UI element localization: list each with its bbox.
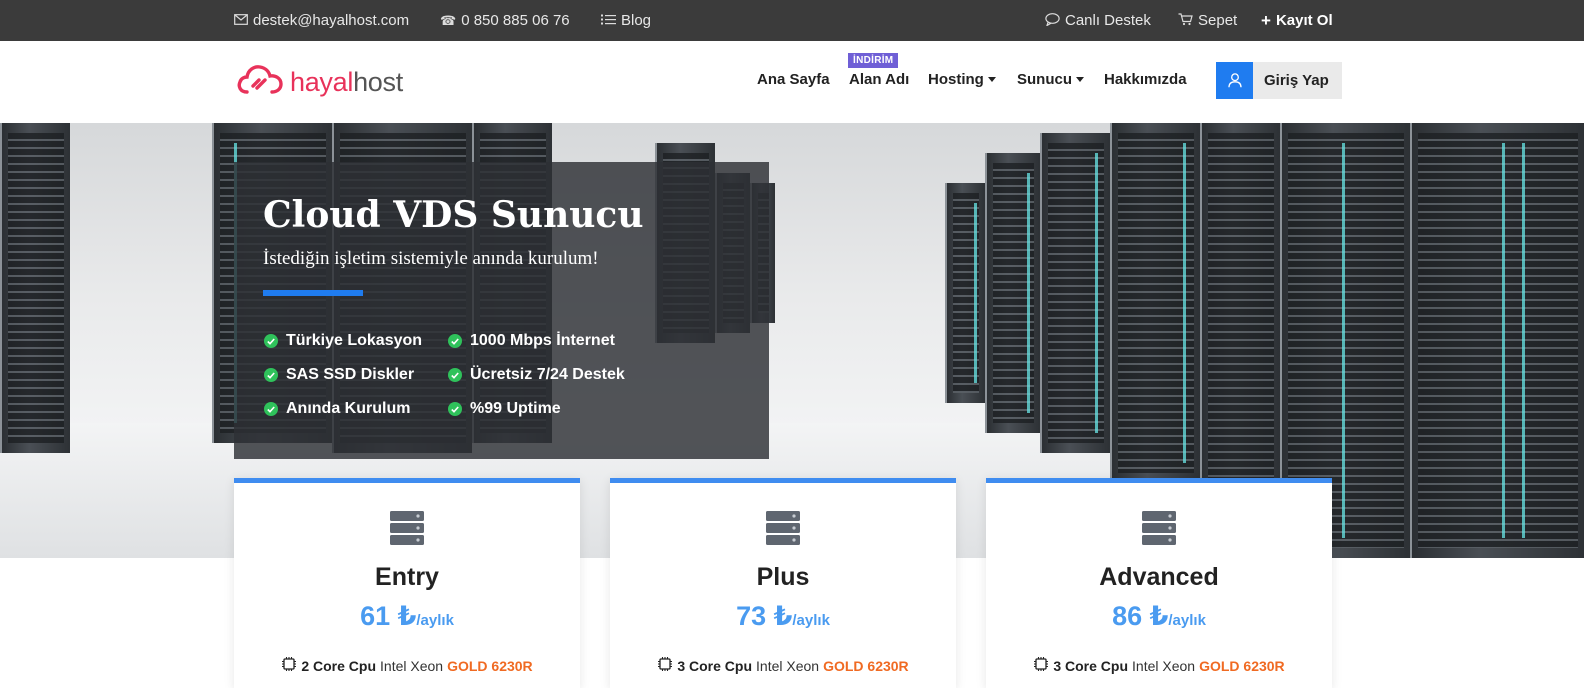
cpu-cores: 2 Core Cpu — [301, 657, 377, 674]
server-icon — [389, 510, 425, 551]
feature-item: 1000 Mbps İnternet — [448, 332, 615, 350]
feature-label: Ücretsiz 7/24 Destek — [470, 366, 625, 383]
user-icon — [1216, 62, 1253, 99]
feature-label: Türkiye Lokasyon — [286, 332, 423, 349]
logo-text-part2: host — [353, 66, 403, 97]
register-link[interactable]: + Kayıt Ol — [1261, 0, 1333, 41]
blog-link[interactable]: Blog — [601, 0, 651, 41]
chat-icon — [1045, 12, 1060, 29]
feature-item: Ücretsiz 7/24 Destek — [448, 366, 625, 384]
plan-card-entry[interactable]: Entry 61 ₺/aylık 2 Core Cpu Intel Xeon G… — [234, 478, 580, 688]
cloud-logo-icon — [236, 62, 284, 103]
email-text: destek@hayalhost.com — [253, 12, 410, 29]
chevron-down-icon — [987, 77, 996, 82]
price-period: /aylık — [792, 612, 830, 629]
hero-overlay: Cloud VDS Sunucu İstediğin işletim siste… — [234, 162, 769, 459]
plan-price: 61 ₺/aylık — [234, 601, 580, 632]
top-bar: destek@hayalhost.com ☎ 0 850 885 06 76 B… — [0, 0, 1584, 41]
plan-cpu-spec: 2 Core Cpu Intel Xeon GOLD 6230R — [234, 656, 580, 675]
cpu-icon — [1033, 656, 1049, 675]
nav-about[interactable]: Hakkımızda — [1104, 71, 1187, 88]
plan-card-advanced[interactable]: Advanced 86 ₺/aylık 3 Core Cpu Intel Xeo… — [986, 478, 1332, 688]
check-circle-icon — [264, 368, 278, 382]
nav-server-label: Sunucu — [1017, 71, 1072, 88]
price-value: 61 ₺ — [360, 601, 417, 631]
price-value: 73 ₺ — [736, 601, 793, 631]
chevron-down-icon — [1076, 77, 1084, 82]
nav-about-label: Hakkımızda — [1104, 71, 1187, 88]
cart-text: Sepet — [1198, 12, 1238, 29]
feature-item: %99 Uptime — [448, 400, 561, 418]
cpu-model: GOLD 6230R — [823, 657, 909, 674]
feature-item: Anında Kurulum — [264, 400, 410, 418]
server-icon — [765, 510, 801, 551]
nav-home[interactable]: Ana Sayfa — [757, 71, 830, 88]
check-circle-icon — [264, 402, 278, 416]
check-circle-icon — [448, 334, 462, 348]
cpu-brand: Intel Xeon — [756, 657, 820, 674]
plan-card-plus[interactable]: Plus 73 ₺/aylık 3 Core Cpu Intel Xeon GO… — [610, 478, 956, 688]
mail-icon — [234, 13, 248, 28]
price-period: /aylık — [1168, 612, 1206, 629]
nav-domain[interactable]: Alan Adı — [849, 71, 909, 88]
check-circle-icon — [264, 334, 278, 348]
register-text: Kayıt Ol — [1275, 12, 1333, 29]
price-value: 86 ₺ — [1112, 601, 1169, 631]
plan-cpu-spec: 3 Core Cpu Intel Xeon GOLD 6230R — [610, 656, 956, 675]
logo[interactable]: hayalhost — [236, 61, 403, 103]
nav-domain-label: Alan Adı — [849, 71, 910, 88]
plus-icon: + — [1261, 10, 1271, 30]
check-circle-icon — [448, 368, 462, 382]
blog-text: Blog — [621, 12, 652, 29]
login-label: Giriş Yap — [1264, 72, 1329, 89]
phone-text: 0 850 885 06 76 — [461, 12, 570, 29]
check-circle-icon — [448, 402, 462, 416]
plan-name: Advanced — [1099, 563, 1219, 591]
feature-label: SAS SSD Diskler — [286, 366, 415, 383]
server-icon — [1141, 510, 1177, 551]
cpu-model: GOLD 6230R — [1199, 657, 1285, 674]
login-button[interactable]: Giriş Yap — [1216, 62, 1342, 99]
feature-label: 1000 Mbps İnternet — [470, 332, 615, 349]
phone-icon: ☎ — [440, 12, 457, 28]
plan-cpu-spec: 3 Core Cpu Intel Xeon GOLD 6230R — [986, 656, 1332, 675]
plan-name: Entry — [375, 563, 439, 591]
cpu-icon — [657, 656, 673, 675]
plan-name: Plus — [756, 563, 810, 591]
cpu-cores: 3 Core Cpu — [1053, 657, 1129, 674]
hero-divider — [263, 290, 363, 296]
cpu-icon — [281, 656, 297, 675]
feature-label: Anında Kurulum — [286, 400, 411, 417]
cpu-brand: Intel Xeon — [1132, 657, 1196, 674]
email-link[interactable]: destek@hayalhost.com — [234, 0, 409, 41]
feature-label: %99 Uptime — [470, 400, 561, 417]
hero-title: Cloud VDS Sunucu — [263, 194, 644, 236]
cpu-cores: 3 Core Cpu — [677, 657, 753, 674]
nav-server[interactable]: Sunucu — [1017, 71, 1084, 88]
plan-price: 73 ₺/aylık — [610, 601, 956, 632]
cpu-model: GOLD 6230R — [447, 657, 533, 674]
nav-hosting[interactable]: Hosting — [928, 71, 996, 88]
nav-hosting-label: Hosting — [928, 71, 984, 88]
cpu-brand: Intel Xeon — [380, 657, 444, 674]
feature-item: SAS SSD Diskler — [264, 366, 414, 384]
cart-icon — [1178, 12, 1193, 29]
cart-link[interactable]: Sepet — [1178, 0, 1237, 41]
plan-price: 86 ₺/aylık — [986, 601, 1332, 632]
hero-subtitle: İstediğin işletim sistemiyle anında kuru… — [263, 248, 599, 269]
main-header: hayalhost İNDİRİM Ana Sayfa Alan Adı Hos… — [0, 41, 1584, 123]
feature-item: Türkiye Lokasyon — [264, 332, 422, 350]
price-period: /aylık — [416, 612, 454, 629]
live-support-text: Canlı Destek — [1065, 12, 1151, 29]
live-support-link[interactable]: Canlı Destek — [1045, 0, 1151, 41]
logo-text: hayalhost — [290, 67, 403, 98]
discount-badge: İNDİRİM — [848, 53, 899, 68]
list-icon — [601, 13, 616, 28]
logo-text-part1: hayal — [290, 66, 354, 97]
phone-link[interactable]: ☎ 0 850 885 06 76 — [440, 0, 570, 41]
nav-home-label: Ana Sayfa — [757, 71, 830, 88]
